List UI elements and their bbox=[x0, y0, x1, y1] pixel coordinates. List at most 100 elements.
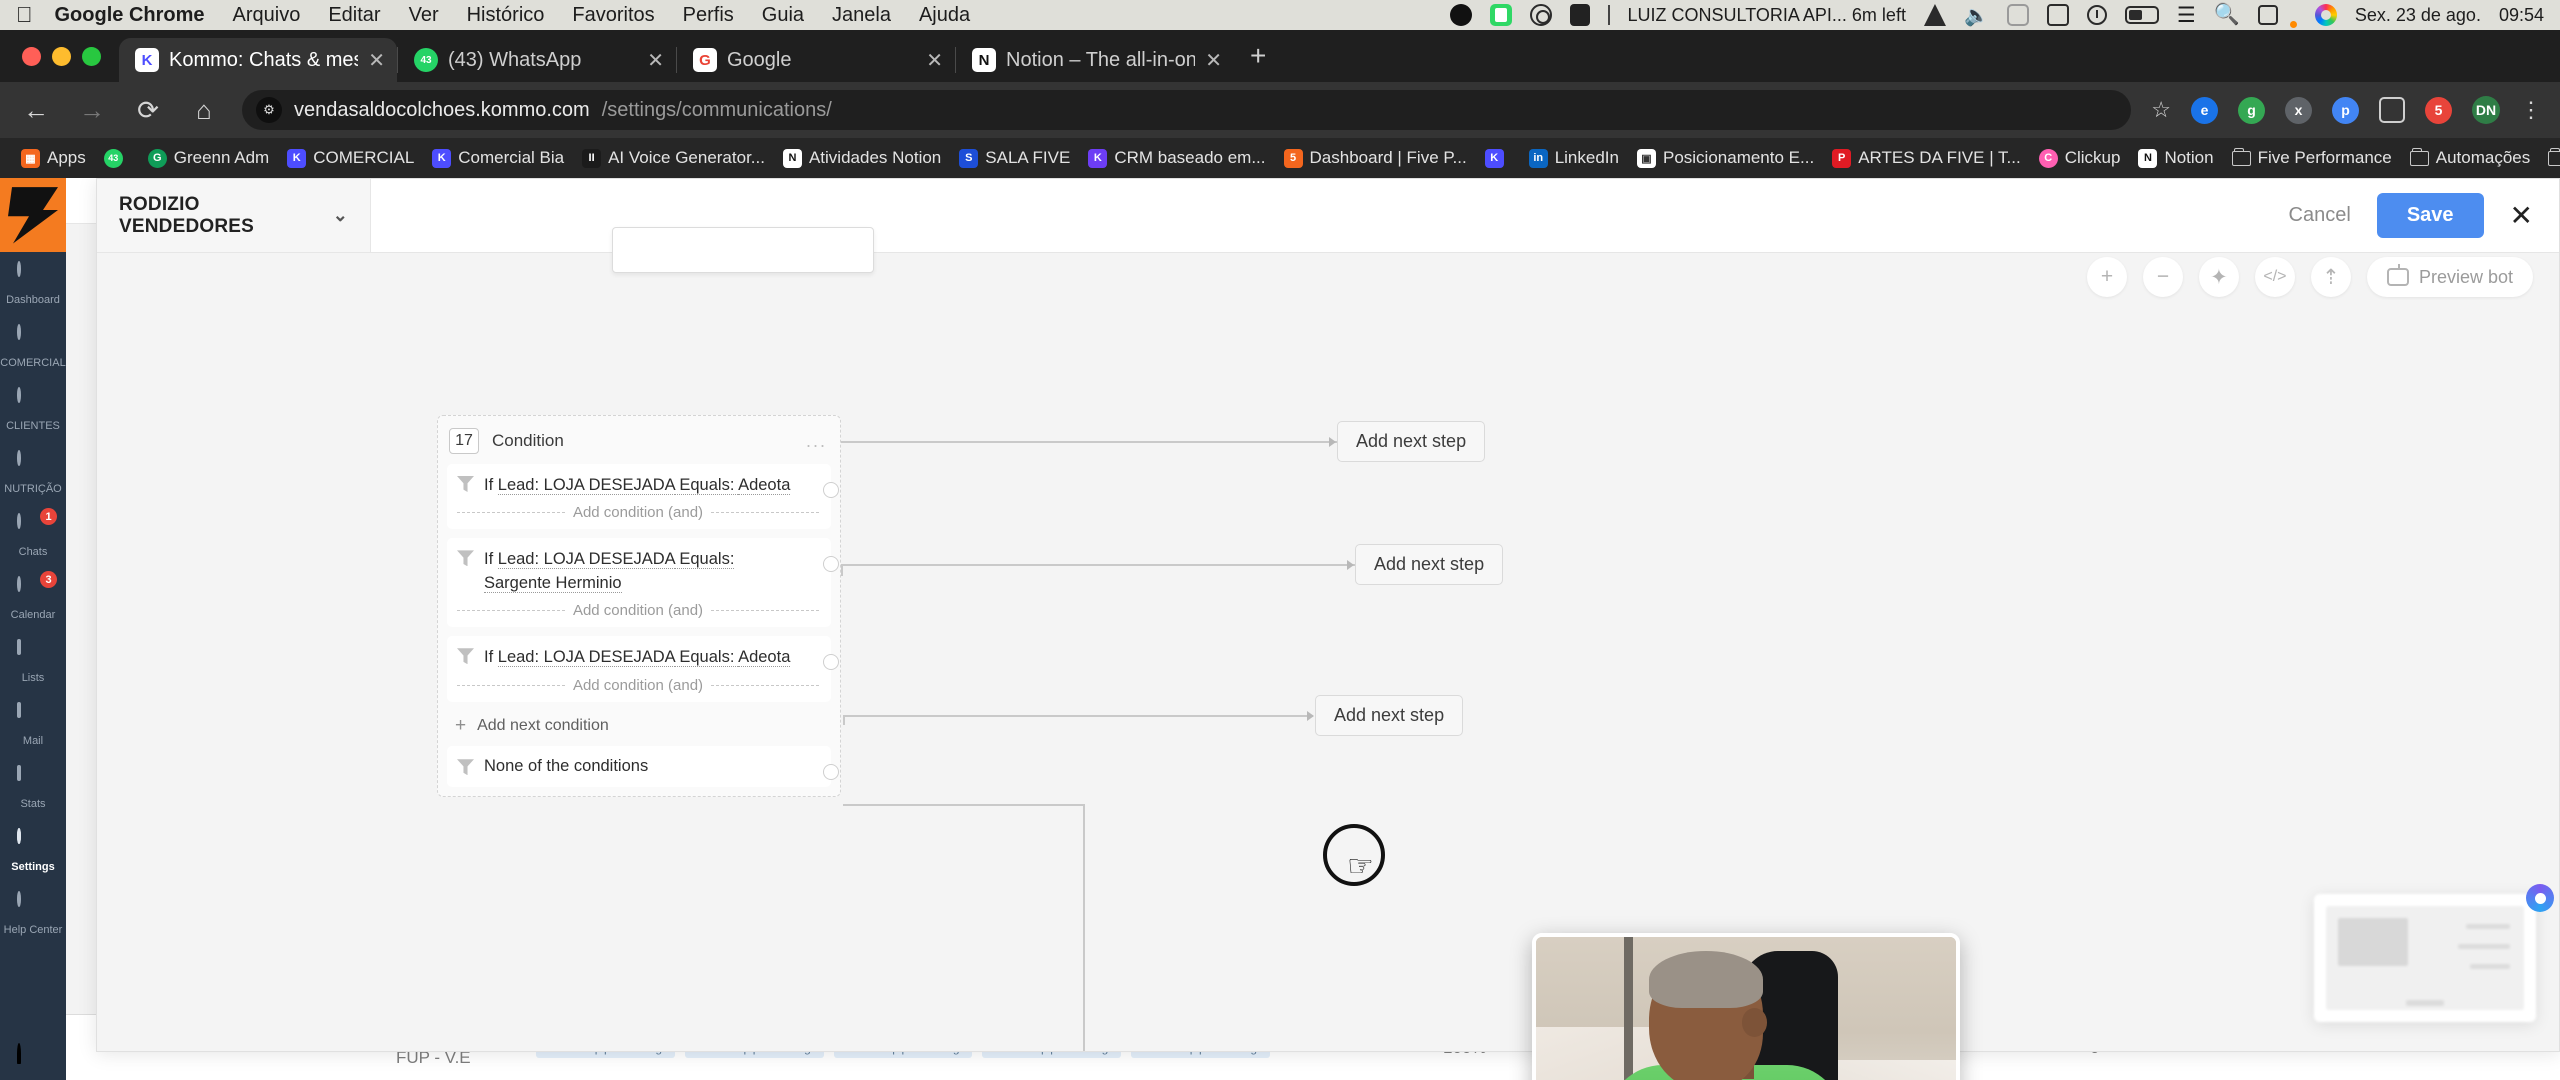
menu-item-arquivo[interactable]: Arquivo bbox=[233, 4, 301, 27]
condition-row[interactable]: If Lead: LOJA DESEJADA Equals: Sargente H… bbox=[447, 538, 839, 628]
menu-item-ajuda[interactable]: Ajuda bbox=[919, 4, 970, 27]
bookmark-whatsapp[interactable]: 43 bbox=[95, 145, 139, 172]
add-next-step-button-2[interactable]: Add next step bbox=[1355, 544, 1504, 585]
none-of-conditions-row[interactable]: None of the conditions bbox=[447, 745, 839, 787]
bot-canvas[interactable]: + − ✦ </> ⇡ Preview bot 17 Condition ...… bbox=[97, 227, 2559, 1051]
zoom-in-button[interactable]: + bbox=[2086, 257, 2127, 297]
extension-gray-icon[interactable]: x bbox=[2285, 96, 2312, 124]
menu-clock-time[interactable]: 09:54 bbox=[2499, 5, 2544, 26]
battery-icon[interactable] bbox=[2124, 6, 2159, 24]
bookmark-clickup[interactable]: C Clickup bbox=[2030, 144, 2130, 172]
minimize-window-button[interactable] bbox=[52, 47, 71, 66]
tab-google[interactable]: G Google ✕ bbox=[677, 38, 955, 82]
condition-row[interactable]: If Lead: LOJA DESEJADA Equals: Adeota Ad… bbox=[447, 464, 839, 530]
bookmark-linkedin[interactable]: in LinkedIn bbox=[1520, 144, 1628, 172]
home-icon[interactable]: ⌂ bbox=[186, 95, 222, 126]
bot-name-dropdown[interactable]: RODIZIO VENDEDORES ⌄ bbox=[97, 179, 371, 252]
menu-item-perfis[interactable]: Perfis bbox=[683, 4, 734, 27]
star-icon[interactable]: ☆ bbox=[2151, 97, 2171, 123]
add-condition-and-1[interactable]: Add condition (and) bbox=[457, 504, 819, 521]
output-port[interactable] bbox=[823, 654, 839, 671]
split-icon[interactable] bbox=[2379, 97, 2405, 123]
bookmark-ai-voice[interactable]: II AI Voice Generator... bbox=[573, 144, 774, 172]
sidebar-bottom[interactable] bbox=[0, 1043, 66, 1072]
maximize-window-button[interactable] bbox=[82, 47, 101, 66]
bookmark-folder-automacoes[interactable]: Automações bbox=[2401, 144, 2540, 172]
condition-row[interactable]: If Lead: LOJA DESEJADA Equals: Adeota Ad… bbox=[447, 636, 839, 702]
menu-item-app-name[interactable]: Google Chrome bbox=[55, 4, 205, 27]
bookmark-atividades-notion[interactable]: N Atividades Notion bbox=[774, 144, 950, 172]
bookmark-greenn-adm[interactable]: G Greenn Adm bbox=[139, 144, 278, 172]
sidebar-item-calendar[interactable]: 3 Calendar bbox=[0, 567, 66, 630]
bookmark-comercial-bia[interactable]: K Comercial Bia bbox=[423, 144, 573, 172]
apple-logo-icon[interactable]:  bbox=[16, 4, 33, 26]
search-icon[interactable]: 🔍 bbox=[2214, 3, 2240, 27]
sidebar-item-dashboard[interactable]: Dashboard bbox=[0, 252, 66, 315]
kommo-logo[interactable] bbox=[0, 178, 66, 252]
condition-card[interactable]: 17 Condition ... If Lead: LOJA DESEJADA … bbox=[437, 415, 841, 797]
add-condition-and-3[interactable]: Add condition (and) bbox=[457, 677, 819, 694]
extension-red-icon[interactable]: 5 bbox=[2425, 96, 2452, 124]
tab-kommo[interactable]: K Kommo: Chats & messengers ✕ bbox=[119, 38, 397, 82]
bookmark-dashboard-five[interactable]: 5 Dashboard | Five P... bbox=[1275, 144, 1476, 172]
extension-green-icon[interactable]: g bbox=[2238, 96, 2265, 124]
wifi-icon[interactable]: ☰ bbox=[2177, 3, 2196, 28]
add-next-step-button-3[interactable]: Add next step bbox=[1315, 695, 1464, 736]
bookmark-kommo-extra[interactable]: K bbox=[1476, 145, 1520, 172]
sidebar-item-settings[interactable]: Settings bbox=[0, 819, 66, 882]
code-icon[interactable]: </> bbox=[2254, 257, 2295, 297]
sidebar-item-help-center[interactable]: Help Center bbox=[0, 882, 66, 945]
bookmark-folder-ferramentas[interactable]: Ferramentas bbox=[2539, 144, 2560, 172]
siri-icon[interactable] bbox=[2314, 4, 2337, 26]
sidebar-item-comercial[interactable]: COMERCIAL bbox=[0, 315, 66, 378]
sidebar-item-stats[interactable]: Stats bbox=[0, 756, 66, 819]
menu-item-favoritos[interactable]: Favoritos bbox=[572, 4, 654, 27]
tune-icon[interactable]: ⚙ bbox=[256, 97, 282, 123]
preview-bot-button[interactable]: Preview bot bbox=[2366, 257, 2533, 297]
notification-bell-icon[interactable] bbox=[17, 1043, 49, 1072]
close-icon[interactable]: ✕ bbox=[647, 48, 664, 73]
address-bar[interactable]: ⚙ vendasaldocolchoes.kommo.com/settings/… bbox=[242, 90, 2132, 130]
sidebar-item-mail[interactable]: Mail bbox=[0, 693, 66, 756]
more-options-icon[interactable]: ... bbox=[806, 431, 827, 452]
tab-whatsapp[interactable]: 43 (43) WhatsApp ✕ bbox=[398, 38, 676, 82]
menu-item-historico[interactable]: Histórico bbox=[467, 4, 545, 27]
cancel-button[interactable]: Cancel bbox=[2289, 204, 2351, 227]
menu-clock-date[interactable]: Sex. 23 de ago. bbox=[2355, 5, 2481, 26]
menu-item-guia[interactable]: Guia bbox=[762, 4, 804, 27]
webcam-video-overlay[interactable] bbox=[1532, 933, 1960, 1080]
nordvpn-icon[interactable] bbox=[1529, 4, 1552, 26]
sidebar-item-chats[interactable]: 1 Chats bbox=[0, 504, 66, 567]
ants-icon[interactable] bbox=[1569, 4, 1590, 26]
extension-blue-icon[interactable]: e bbox=[2191, 96, 2218, 124]
widget-avatar-icon[interactable] bbox=[2526, 884, 2554, 912]
close-window-button[interactable] bbox=[22, 47, 41, 66]
tab-notion[interactable]: N Notion – The all-in-one works ✕ bbox=[956, 38, 1234, 82]
drive-icon[interactable] bbox=[1923, 4, 1946, 26]
menu-item-ver[interactable]: Ver bbox=[409, 4, 439, 27]
floating-widget[interactable] bbox=[2314, 894, 2536, 1022]
add-condition-and-2[interactable]: Add condition (and) bbox=[457, 602, 819, 619]
bookmark-notion[interactable]: N Notion bbox=[2129, 144, 2222, 172]
bookmark-folder-five-performance[interactable]: Five Performance bbox=[2223, 144, 2401, 172]
volume-icon[interactable]: 🔈 bbox=[1964, 3, 1989, 28]
magic-wand-icon[interactable]: ✦ bbox=[2198, 257, 2239, 297]
copy-icon[interactable] bbox=[2006, 4, 2029, 26]
profile-avatar[interactable]: DN bbox=[2472, 96, 2500, 124]
add-next-step-button-1[interactable]: Add next step bbox=[1337, 421, 1486, 462]
share-icon[interactable]: ⇡ bbox=[2310, 257, 2351, 297]
close-icon[interactable]: ✕ bbox=[926, 48, 943, 73]
forward-icon[interactable]: → bbox=[74, 95, 110, 126]
bookmark-sala-five[interactable]: S SALA FIVE bbox=[950, 144, 1079, 172]
close-icon[interactable]: ✕ bbox=[368, 48, 385, 73]
bookmark-apps[interactable]: ▦ Apps bbox=[12, 144, 95, 172]
sidebar-item-lists[interactable]: Lists bbox=[0, 630, 66, 693]
output-port[interactable] bbox=[823, 763, 839, 780]
window-controls[interactable] bbox=[0, 47, 119, 82]
bookmark-crm-baseado[interactable]: K CRM baseado em... bbox=[1079, 144, 1274, 172]
menu-item-janela[interactable]: Janela bbox=[832, 4, 891, 27]
extension-puzzle-icon[interactable]: p bbox=[2332, 96, 2359, 124]
reload-icon[interactable]: ⟳ bbox=[130, 95, 166, 126]
close-icon[interactable]: ✕ bbox=[2510, 201, 2533, 230]
menu-item-editar[interactable]: Editar bbox=[328, 4, 380, 27]
